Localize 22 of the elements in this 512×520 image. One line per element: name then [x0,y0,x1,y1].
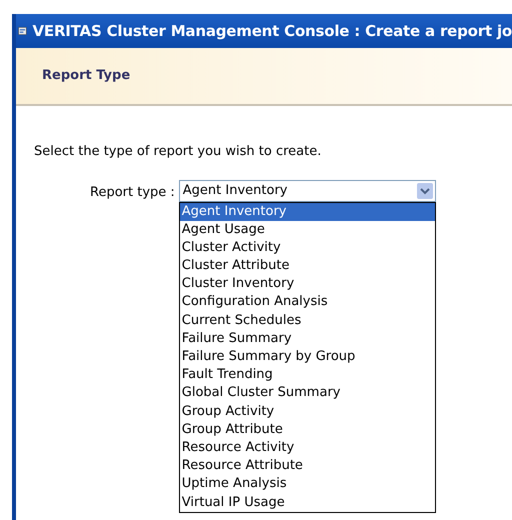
report-type-select[interactable]: Agent Inventory [178,180,436,202]
option-item[interactable]: Uptime Analysis [180,475,435,494]
option-item[interactable]: Failure Summary by Group [180,348,435,366]
option-item[interactable]: Cluster Activity [180,238,435,258]
window-title: VERITAS Cluster Management Console : Create a report jo [32,20,512,42]
option-item[interactable]: Resource Activity [180,438,435,458]
section-title: Report Type [42,67,130,86]
option-item[interactable]: Agent Inventory [180,202,435,221]
option-item[interactable]: Agent Usage [180,220,435,239]
report-type-label: Report type : [90,184,175,202]
instruction-text: Select the type of report you wish to create. [34,143,322,161]
option-item[interactable]: Cluster Inventory [180,275,435,294]
option-item[interactable]: Cluster Attribute [180,257,435,276]
option-item[interactable]: Configuration Analysis [180,293,435,312]
option-item[interactable]: Group Attribute [180,420,435,439]
option-item[interactable]: Group Activity [180,402,435,421]
option-item[interactable]: Current Schedules [180,312,435,330]
option-item[interactable]: Global Cluster Summary [180,384,435,403]
option-item[interactable]: Fault Trending [180,366,435,384]
option-item[interactable]: Failure Summary [180,330,435,348]
option-item[interactable]: Resource Attribute [180,457,435,476]
option-item[interactable]: Virtual IP Usage [180,494,435,512]
